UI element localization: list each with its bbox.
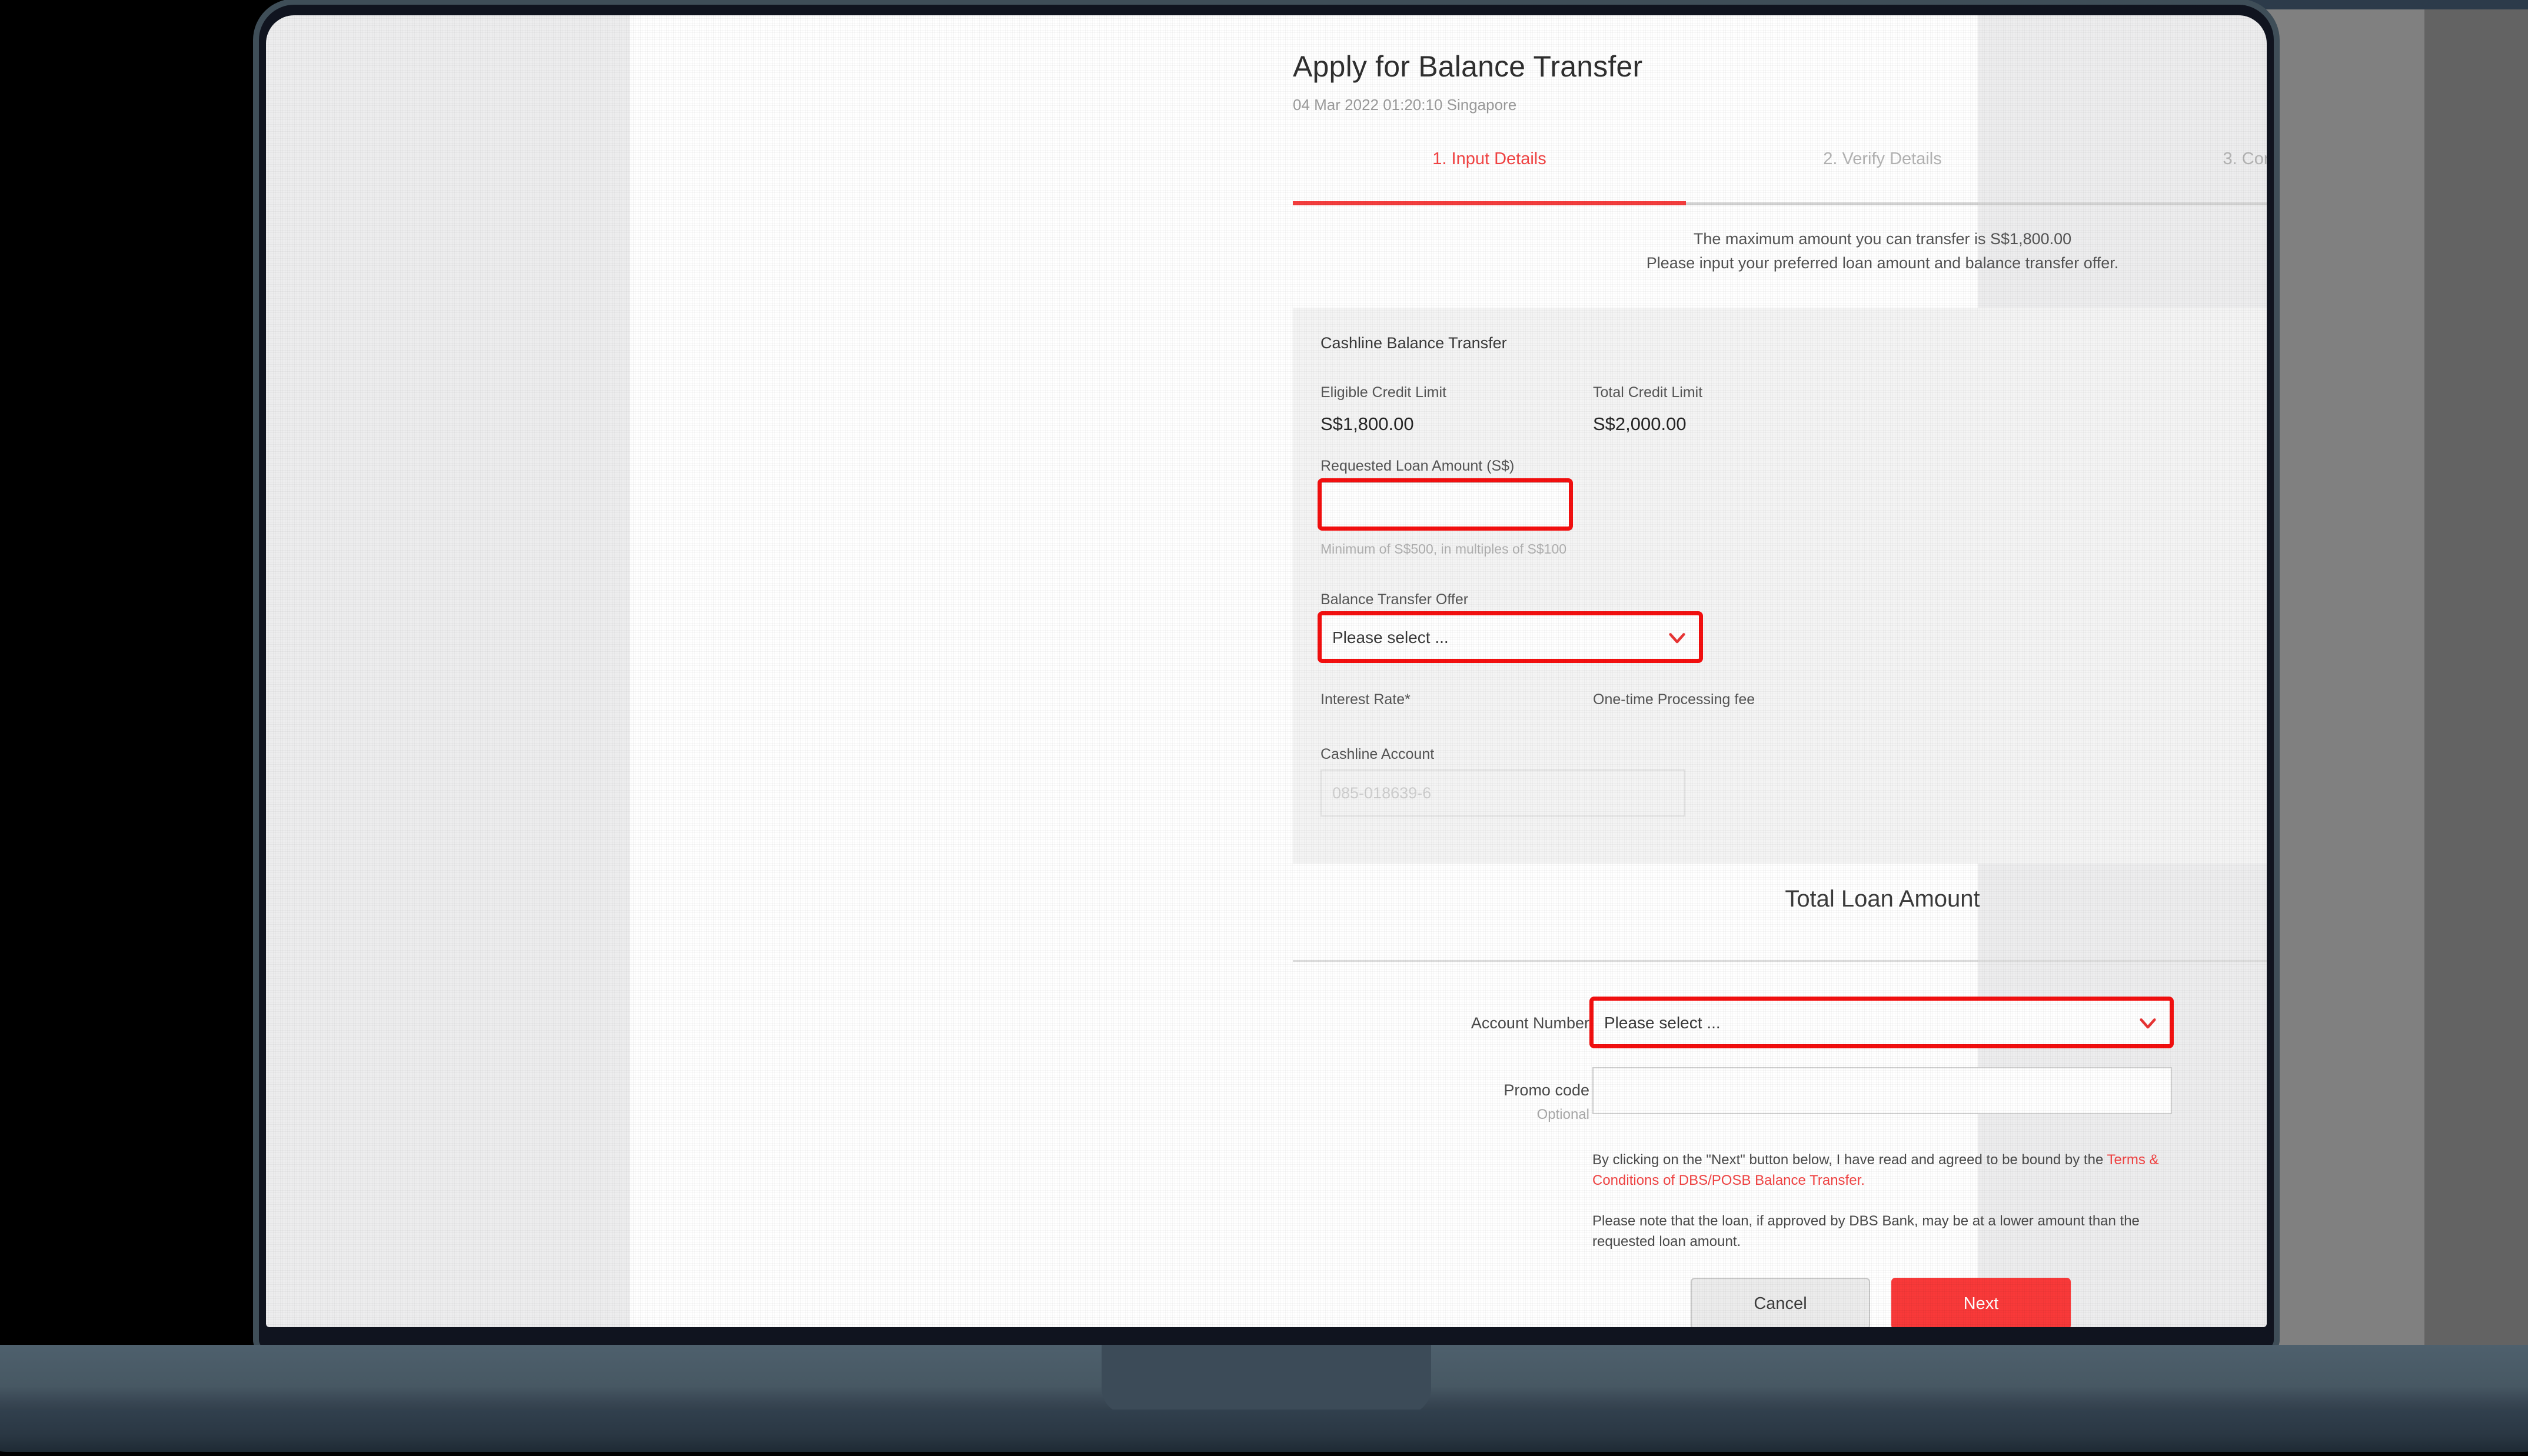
balance-transfer-offer-select[interactable]: Please select ... [1320, 614, 1701, 661]
promo-code-optional-label: Optional [1536, 1107, 1589, 1122]
eligible-credit-limit-label: Eligible Credit Limit [1320, 384, 1446, 401]
requested-loan-amount-hint: Minimum of S$500, in multiples of S$100 [1320, 541, 1567, 557]
section-divider [1293, 960, 2267, 962]
requested-loan-amount-label: Requested Loan Amount (S$) [1320, 458, 1515, 474]
card-title: Cashline Balance Transfer [1320, 334, 1507, 352]
tab-progress-fill [1293, 201, 1686, 205]
chevron-down-icon [1669, 633, 1685, 644]
laptop-screen: Apply for Balance Transfer 04 Mar 2022 0… [266, 15, 2267, 1327]
interest-rate-label: Interest Rate* [1320, 691, 1411, 708]
page-timestamp: 04 Mar 2022 01:20:10 Singapore [1293, 96, 1517, 114]
tab-input-details[interactable]: 1. Input Details [1293, 139, 1686, 204]
eligible-credit-limit-value: S$1,800.00 [1320, 414, 1414, 434]
cashline-balance-transfer-card: Cashline Balance Transfer Eligible Credi… [1293, 308, 2267, 864]
page-title: Apply for Balance Transfer [1293, 50, 1643, 83]
cashline-account-label: Cashline Account [1320, 746, 1435, 762]
cancel-button[interactable]: Cancel [1691, 1278, 1870, 1327]
legal-paragraph-1: By clicking on the "Next" button below, … [1592, 1150, 2198, 1191]
background-right-edge [2424, 0, 2528, 1365]
tab-completion[interactable]: 3. Completion [2079, 139, 2267, 204]
total-credit-limit-value: S$2,000.00 [1593, 414, 1687, 434]
processing-fee-label: One-time Processing fee [1593, 691, 1755, 708]
step-tabs: 1. Input Details 2. Verify Details 3. Co… [1293, 139, 2267, 204]
cashline-account-input: 085-018639-6 [1320, 769, 1685, 817]
account-number-value: Please select ... [1604, 1014, 1721, 1032]
legal-paragraph-2: Please note that the loan, if approved b… [1592, 1213, 2140, 1250]
intro-line-1: The maximum amount you can transfer is S… [1693, 230, 2072, 248]
page-content-panel: Apply for Balance Transfer 04 Mar 2022 0… [630, 15, 2267, 1327]
account-number-label: Account Number [1471, 1014, 1589, 1032]
screenshot-root: Apply for Balance Transfer 04 Mar 2022 0… [0, 0, 2528, 1456]
balance-transfer-offer-label: Balance Transfer Offer [1320, 591, 1469, 608]
laptop-base-lip [0, 1410, 2528, 1452]
tab-verify-details[interactable]: 2. Verify Details [1686, 139, 2079, 204]
intro-line-2: Please input your preferred loan amount … [1646, 254, 2119, 272]
promo-code-label: Promo code [1504, 1081, 1589, 1099]
chevron-down-icon [2140, 1018, 2156, 1029]
cashline-account-value: 085-018639-6 [1332, 784, 1432, 802]
intro-text: The maximum amount you can transfer is S… [1293, 227, 2267, 275]
promo-code-input[interactable] [1592, 1067, 2172, 1114]
balance-transfer-offer-value: Please select ... [1332, 628, 1449, 647]
next-button[interactable]: Next [1891, 1278, 2071, 1327]
requested-loan-amount-input[interactable] [1320, 482, 1572, 530]
total-loan-amount-heading: Total Loan Amount [1785, 886, 1980, 912]
total-credit-limit-label: Total Credit Limit [1593, 384, 1703, 401]
legal-text-prefix: By clicking on the "Next" button below, … [1592, 1152, 2107, 1168]
account-number-select[interactable]: Please select ... [1592, 999, 2172, 1047]
laptop-base-notch [1102, 1345, 1431, 1414]
